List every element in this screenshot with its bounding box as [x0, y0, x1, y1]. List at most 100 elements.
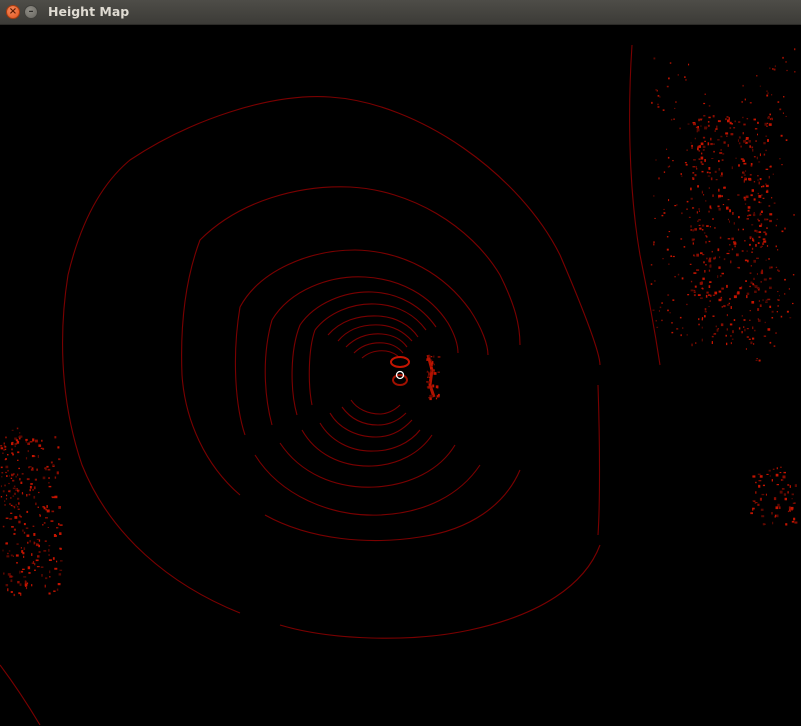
point: [674, 276, 676, 278]
point: [38, 544, 40, 548]
point: [5, 584, 9, 587]
point: [653, 241, 655, 244]
point: [713, 150, 715, 153]
point: [698, 145, 701, 148]
point: [709, 226, 711, 228]
point: [682, 327, 684, 329]
point: [791, 493, 794, 496]
point: [671, 331, 674, 334]
point: [766, 245, 769, 247]
point: [729, 121, 732, 125]
point: [736, 253, 739, 257]
minimize-button[interactable]: –: [24, 5, 38, 19]
point: [666, 85, 669, 88]
height-map-canvas[interactable]: [0, 25, 801, 726]
point: [10, 591, 13, 593]
point: [18, 489, 20, 492]
title-bar[interactable]: × – Height Map: [0, 0, 801, 25]
point: [31, 553, 33, 556]
point: [693, 294, 696, 297]
point: [762, 484, 765, 487]
point: [762, 299, 764, 302]
point: [657, 103, 659, 106]
point: [681, 212, 683, 215]
point: [754, 329, 756, 332]
point: [701, 224, 705, 227]
point: [663, 208, 665, 210]
point: [672, 299, 675, 301]
point: [787, 491, 789, 494]
point: [18, 502, 20, 505]
close-button[interactable]: ×: [6, 5, 20, 19]
point: [726, 328, 728, 331]
point: [52, 496, 55, 499]
point: [698, 118, 700, 122]
point: [686, 208, 688, 210]
point: [746, 218, 749, 220]
point: [769, 118, 771, 120]
point: [697, 145, 699, 149]
point: [0, 466, 3, 469]
point: [780, 466, 782, 468]
point: [757, 121, 759, 124]
point: [32, 525, 35, 527]
point: [701, 318, 703, 321]
point: [669, 62, 672, 64]
point: [759, 246, 762, 248]
point: [437, 371, 440, 373]
point: [28, 493, 31, 496]
point: [714, 130, 716, 132]
point: [697, 220, 699, 222]
point: [765, 135, 768, 137]
point: [776, 311, 778, 313]
point: [711, 158, 714, 159]
point: [776, 218, 778, 220]
point: [783, 96, 785, 98]
point: [16, 506, 19, 508]
point: [731, 166, 733, 170]
point: [11, 473, 14, 477]
point: [47, 527, 49, 528]
point: [42, 448, 45, 450]
point: [726, 304, 730, 306]
point: [752, 326, 754, 330]
point: [430, 359, 433, 361]
point: [780, 134, 783, 137]
point: [769, 286, 772, 289]
point: [755, 359, 758, 361]
point: [10, 579, 13, 582]
point: [730, 133, 734, 136]
point: [746, 118, 749, 120]
point: [658, 177, 660, 180]
point: [31, 584, 33, 587]
point: [702, 277, 705, 280]
point: [765, 493, 767, 496]
point: [27, 450, 29, 453]
point: [785, 61, 787, 63]
point: [28, 572, 31, 574]
point: [673, 118, 675, 120]
point: [694, 137, 696, 140]
point: [13, 528, 16, 531]
point: [653, 195, 655, 197]
point: [755, 491, 757, 494]
point: [13, 473, 15, 475]
point: [753, 118, 756, 121]
point: [4, 484, 6, 487]
point: [8, 550, 11, 552]
point: [743, 171, 745, 175]
point: [785, 139, 788, 141]
point: [696, 269, 700, 271]
point: [3, 442, 5, 445]
point: [19, 478, 21, 481]
point: [781, 488, 785, 490]
point: [791, 498, 793, 500]
point: [744, 240, 746, 242]
point: [17, 459, 19, 461]
point: [692, 166, 696, 168]
point: [794, 71, 796, 73]
point: [656, 326, 659, 328]
point: [710, 177, 713, 181]
point: [11, 429, 14, 431]
point: [18, 592, 21, 595]
